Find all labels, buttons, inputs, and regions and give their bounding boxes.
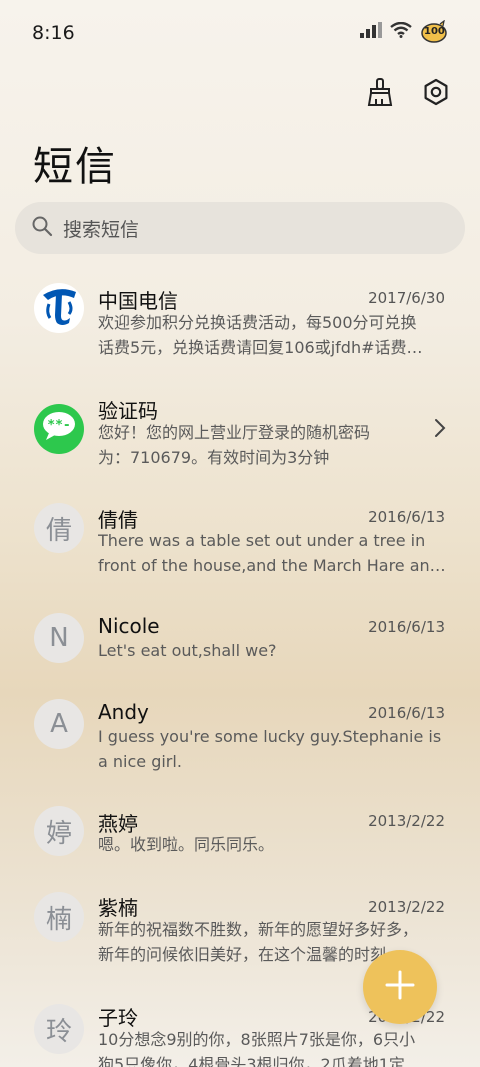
avatar <box>34 283 84 333</box>
search-bar[interactable]: 搜索短信 <box>15 202 465 254</box>
status-icons: 100 <box>360 20 448 44</box>
avatar: N <box>34 613 84 663</box>
avatar: A <box>34 699 84 749</box>
brush-icon <box>367 77 393 111</box>
message-preview: 欢迎参加积分兑换话费活动，每500分可兑换 话费5元，兑换话费请回复106或jf… <box>98 313 423 357</box>
wifi-icon <box>390 21 412 42</box>
sender-name: Nicole <box>98 614 160 638</box>
status-bar: 8:16 100 <box>0 0 480 64</box>
message-date: 2016/6/13 <box>368 508 445 526</box>
new-message-button[interactable] <box>363 950 437 1024</box>
page-title: 短信 <box>33 144 117 190</box>
message-date: 2016/6/13 <box>368 618 445 636</box>
china-telecom-logo-icon <box>36 282 82 335</box>
message-item[interactable]: N Nicole 2016/6/13 Let's eat out,shall w… <box>0 600 480 686</box>
top-toolbar <box>362 76 454 112</box>
message-item[interactable]: 婷 燕婷 2013/2/22 嗯。收到啦。同乐同乐。 <box>0 796 480 882</box>
message-date: 2013/2/22 <box>368 812 445 830</box>
search-placeholder: 搜索短信 <box>63 218 140 241</box>
battery-level: 100 <box>424 26 445 37</box>
sender-name: Andy <box>98 700 149 724</box>
message-item[interactable]: 中国电信 2017/6/30 欢迎参加积分兑换话费活动，每500分可兑换 话费5… <box>0 270 480 380</box>
avatar: 玲 <box>34 1004 84 1054</box>
avatar: 婷 <box>34 806 84 856</box>
clean-button[interactable] <box>362 76 398 112</box>
message-preview: 嗯。收到啦。同乐同乐。 <box>98 835 275 854</box>
settings-button[interactable] <box>418 76 454 112</box>
sms-icon: **- <box>41 411 77 448</box>
message-item[interactable]: A Andy 2016/6/13 I guess you're some luc… <box>0 686 480 796</box>
message-item[interactable]: **- 验证码 您好！您的网上营业厅登录的随机密码 为：710679。有效时间为… <box>0 380 480 490</box>
avatar: 楠 <box>34 892 84 942</box>
message-date: 2013/2/22 <box>368 898 445 916</box>
message-date: 2016/6/13 <box>368 704 445 722</box>
message-preview: I guess you're some lucky guy.Stephanie … <box>98 727 442 771</box>
battery-icon: 100 <box>420 20 448 44</box>
gear-icon <box>422 78 450 110</box>
status-time: 8:16 <box>32 22 75 44</box>
message-item[interactable]: 倩 倩倩 2016/6/13 There was a table set out… <box>0 490 480 600</box>
message-preview: 您好！您的网上营业厅登录的随机密码 为：710679。有效时间为3分钟 <box>98 423 371 467</box>
message-preview: There was a table set out under a tree i… <box>98 531 446 575</box>
avatar: 倩 <box>34 503 84 553</box>
message-date: 2017/6/30 <box>368 289 445 307</box>
message-preview: Let's eat out,shall we? <box>98 641 277 660</box>
avatar: **- <box>34 404 84 454</box>
signal-icon <box>360 22 382 42</box>
plus-icon <box>384 969 416 1005</box>
chevron-right-icon <box>434 418 446 442</box>
search-icon <box>31 215 53 241</box>
message-preview: 10分想念9别的你，8张照片7张是你，6只小 狗5只像你，4根骨头3根归你，2爪… <box>98 1030 416 1067</box>
svg-text:**-: **- <box>47 418 70 433</box>
